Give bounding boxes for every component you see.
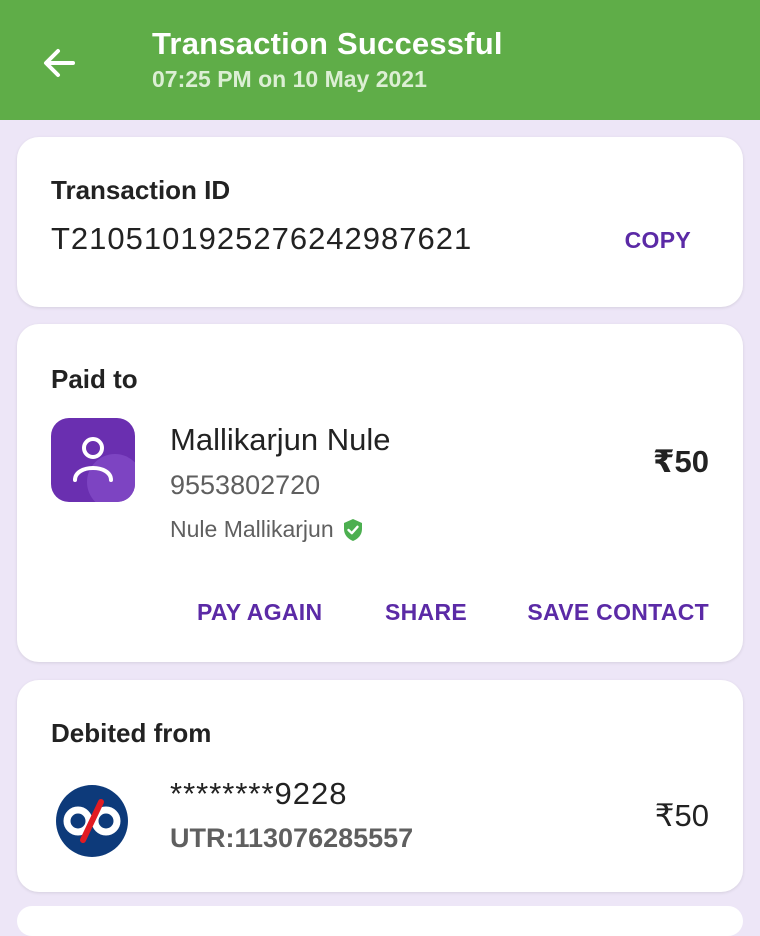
transaction-id-card: Transaction ID T2105101925276242987621 C… [17,137,743,307]
paid-amount: ₹50 [652,444,709,479]
arrow-left-icon [44,49,75,77]
save-contact-button[interactable]: SAVE CONTACT [527,599,709,626]
account-number: ********9228 [170,776,348,811]
back-button[interactable] [36,40,82,86]
verified-name-text: Nule Mallikarjun [170,516,334,542]
app-header: Transaction Successful 07:25 PM on 10 Ma… [0,0,760,120]
payee-verified-name: Nule Mallikarjun [170,516,364,543]
utr-number: UTR:113076285557 [170,823,414,853]
transaction-id-value: T2105101925276242987621 [51,221,473,256]
person-icon [73,437,113,482]
pay-again-button[interactable]: PAY AGAIN [197,599,322,626]
verified-shield-icon [343,518,362,541]
debited-amount: ₹50 [654,798,709,833]
page-title: Transaction Successful [152,26,503,61]
payee-name: Mallikarjun Nule [170,422,391,457]
debited-from-card: Debited from ********9228 UTR:1130762855… [17,680,743,892]
share-button[interactable]: SHARE [385,599,467,626]
debited-from-heading: Debited from [51,718,212,748]
transaction-datetime: 07:25 PM on 10 May 2021 [152,66,427,92]
transaction-id-label: Transaction ID [51,175,231,205]
paid-to-card: Paid to Mallikarjun Nule 9553802720 Nule… [17,324,743,662]
contact-avatar [51,418,135,502]
paid-to-heading: Paid to [51,364,138,394]
kotak-bank-logo-icon [56,785,128,857]
next-card [17,906,743,936]
copy-button[interactable]: COPY [625,227,691,254]
payee-phone: 9553802720 [170,470,321,500]
